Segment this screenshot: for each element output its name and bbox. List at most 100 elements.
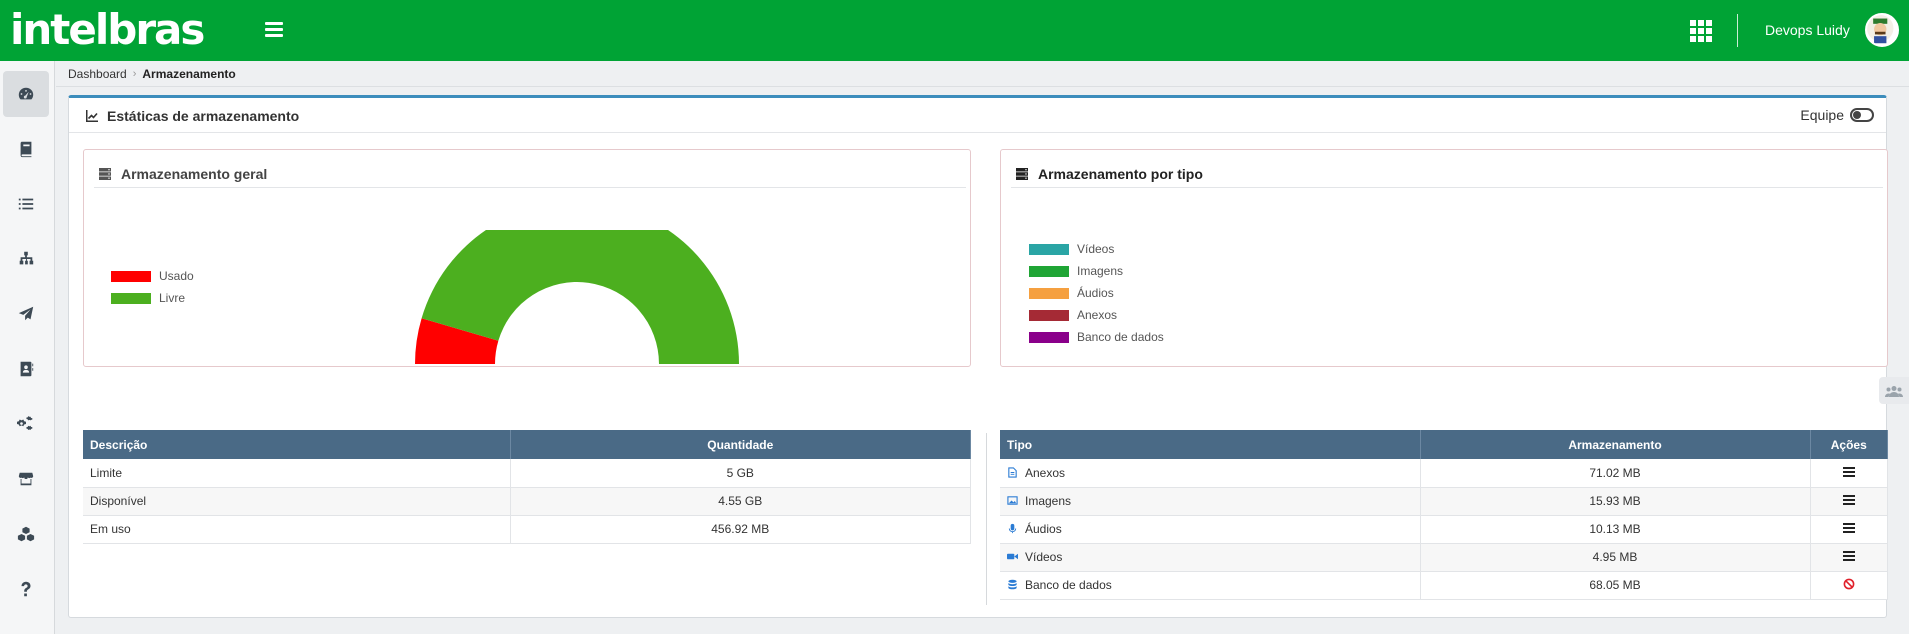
legend-item-images[interactable]: Imagens	[1029, 260, 1164, 282]
menu-icon[interactable]	[1842, 466, 1855, 477]
legend-label-used: Usado	[159, 269, 194, 283]
menu-icon[interactable]	[1842, 551, 1855, 561]
cell-quantidade: 4.55 GB	[510, 487, 971, 516]
cell-tipo-label: Banco de dados	[1025, 578, 1112, 592]
sidebar-item-dashboard[interactable]	[3, 71, 49, 117]
column-header-acoes[interactable]: Ações	[1810, 430, 1888, 459]
general-storage-card: Armazenamento geral Usado Livre	[83, 149, 971, 367]
header-divider	[1737, 14, 1738, 47]
storage-panel: Estáticas de armazenamento Equipe Armaze…	[68, 95, 1888, 618]
cell-descricao: Disponível	[83, 487, 511, 516]
legend-item-audios[interactable]: Áudios	[1029, 282, 1164, 304]
sidebar-item-sitemap[interactable]	[3, 236, 49, 282]
column-header-descricao[interactable]: Descrição	[83, 430, 511, 459]
breadcrumb-divider	[56, 86, 1909, 87]
ban-icon[interactable]	[1843, 578, 1855, 590]
sidebar	[0, 61, 55, 634]
sidebar-item-help[interactable]	[3, 566, 49, 612]
legend-item-attachments[interactable]: Anexos	[1029, 304, 1164, 326]
table-row: Em uso 456.92 MB	[83, 515, 971, 544]
brand-logo[interactable]: intelbras	[10, 6, 205, 54]
legend-item-free[interactable]: Livre	[111, 287, 194, 309]
type-storage-table: Tipo Armazenamento Ações Anexos 71.02 MB…	[1000, 430, 1888, 600]
legend-swatch-images	[1029, 265, 1069, 277]
sidebar-item-book[interactable]	[3, 126, 49, 172]
team-toggle[interactable]	[1850, 108, 1874, 122]
cell-armazenamento: 10.13 MB	[1420, 515, 1811, 544]
menu-icon[interactable]	[1842, 523, 1855, 533]
database-icon	[1008, 579, 1017, 590]
column-header-quantidade[interactable]: Quantidade	[510, 430, 971, 459]
legend-label-images: Imagens	[1077, 264, 1124, 278]
column-divider	[986, 433, 987, 605]
legend-swatch-free	[111, 292, 151, 304]
cell-acoes	[1810, 543, 1888, 572]
help-icon	[21, 581, 31, 597]
cell-armazenamento: 4.95 MB	[1420, 543, 1811, 572]
sidebar-item-list[interactable]	[3, 181, 49, 227]
team-users-tab[interactable]	[1879, 377, 1909, 404]
user-name[interactable]: Devops Luidy	[1765, 22, 1850, 38]
cubes-icon	[17, 526, 35, 542]
legend-item-videos[interactable]: Vídeos	[1029, 238, 1164, 260]
table-row: Vídeos 4.95 MB	[1000, 543, 1888, 572]
legend-swatch-audios	[1029, 287, 1069, 299]
microphone-icon	[1008, 523, 1017, 534]
type-storage-header: Armazenamento por tipo	[1011, 160, 1883, 188]
cell-armazenamento: 68.05 MB	[1420, 571, 1811, 600]
breadcrumb-root[interactable]: Dashboard	[68, 67, 127, 81]
users-icon	[1885, 385, 1903, 397]
cell-tipo: Vídeos	[1000, 543, 1421, 572]
store-icon	[18, 472, 34, 486]
type-storage-card: Armazenamento por tipo Vídeos Imagens Áu…	[1000, 149, 1888, 367]
top-bar: intelbras Devops Luidy	[0, 0, 1909, 61]
type-legend: Vídeos Imagens Áudios Anexos Banco de da…	[1029, 238, 1164, 348]
cogs-icon	[17, 416, 33, 431]
book-icon	[20, 141, 32, 158]
grid-icon[interactable]	[1690, 20, 1712, 42]
table-header-row: Tipo Armazenamento Ações	[1000, 430, 1888, 459]
panel-header: Estáticas de armazenamento Equipe	[69, 98, 1886, 133]
legend-label-audios: Áudios	[1077, 286, 1114, 300]
column-header-tipo[interactable]: Tipo	[1000, 430, 1421, 459]
address-book-icon	[20, 361, 34, 377]
cell-tipo-label: Imagens	[1025, 494, 1072, 508]
cell-tipo-label: Vídeos	[1025, 550, 1063, 564]
line-chart-icon	[86, 110, 98, 122]
breadcrumb: Dashboard › Armazenamento	[68, 67, 236, 81]
sidebar-item-settings[interactable]	[3, 401, 49, 447]
general-legend: Usado Livre	[111, 265, 194, 309]
legend-swatch-attachments	[1029, 309, 1069, 321]
sitemap-icon	[19, 251, 34, 265]
sidebar-item-store[interactable]	[3, 456, 49, 502]
sidebar-item-contacts[interactable]	[3, 346, 49, 392]
cell-acoes	[1810, 459, 1888, 488]
table-row: Áudios 10.13 MB	[1000, 515, 1888, 544]
avatar[interactable]	[1865, 13, 1899, 47]
menu-icon[interactable]	[1842, 495, 1855, 505]
sidebar-item-cubes[interactable]	[3, 511, 49, 557]
chevron-right-icon: ›	[132, 68, 137, 80]
video-icon	[1007, 553, 1018, 560]
sidebar-item-send[interactable]	[3, 291, 49, 337]
list-icon	[18, 198, 34, 210]
cell-descricao: Limite	[83, 459, 511, 488]
legend-label-database: Banco de dados	[1077, 330, 1164, 344]
table-row: Disponível 4.55 GB	[83, 487, 971, 516]
legend-label-attachments: Anexos	[1077, 308, 1118, 322]
cell-tipo: Imagens	[1000, 487, 1421, 516]
table-row: Imagens 15.93 MB	[1000, 487, 1888, 516]
cell-armazenamento: 71.02 MB	[1420, 459, 1811, 488]
cell-tipo-label: Áudios	[1025, 522, 1062, 536]
column-header-armazenamento[interactable]: Armazenamento	[1420, 430, 1811, 459]
legend-item-database[interactable]: Banco de dados	[1029, 326, 1164, 348]
legend-swatch-used	[111, 270, 151, 282]
image-icon	[1007, 496, 1018, 505]
legend-swatch-videos	[1029, 243, 1069, 255]
table-row: Anexos 71.02 MB	[1000, 459, 1888, 488]
cell-tipo: Áudios	[1000, 515, 1421, 544]
legend-item-used[interactable]: Usado	[111, 265, 194, 287]
storage-gauge-chart	[415, 230, 739, 364]
cell-tipo-label: Anexos	[1025, 465, 1066, 480]
hamburger-icon[interactable]	[265, 22, 283, 38]
